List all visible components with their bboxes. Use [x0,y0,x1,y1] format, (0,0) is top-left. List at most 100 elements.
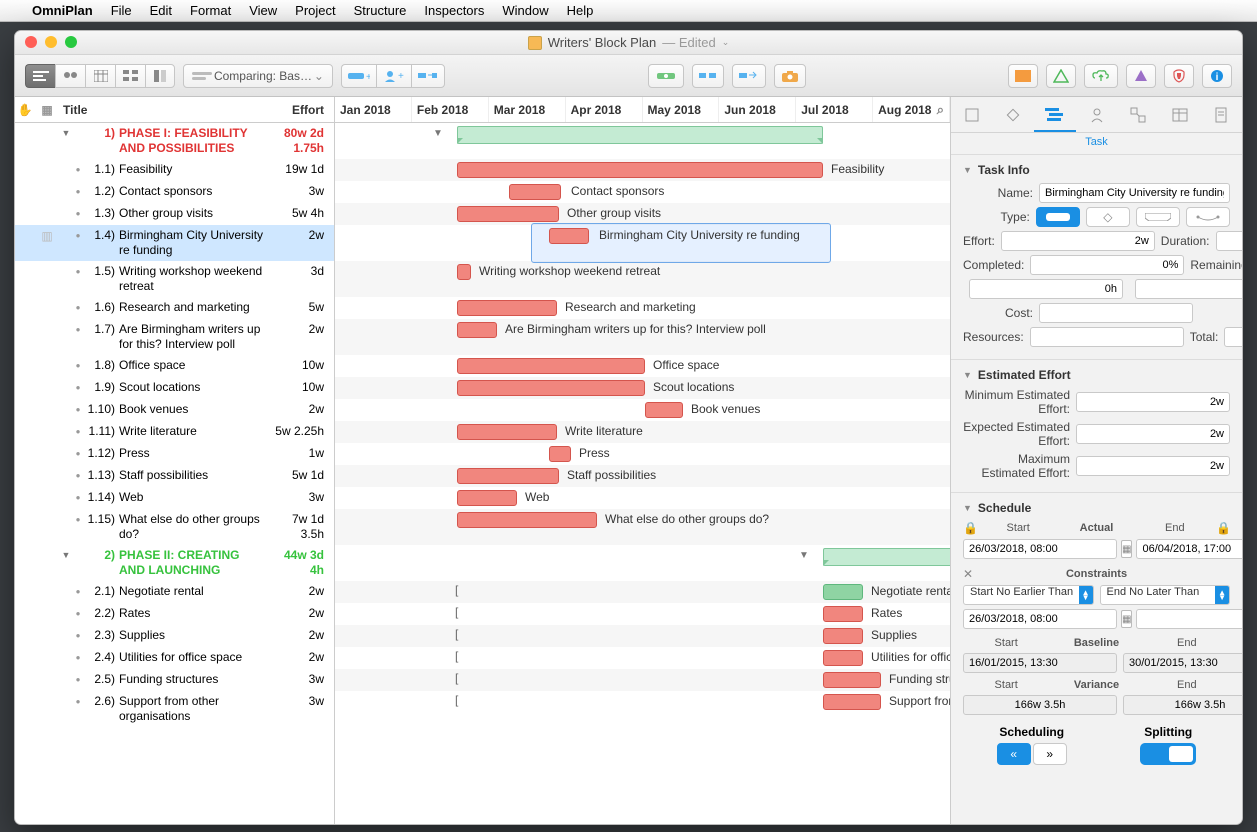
inspector-tab-styles[interactable] [1117,97,1159,132]
remaining-duration-field[interactable] [1135,279,1243,299]
type-milestone-button[interactable]: ◇ [1086,207,1130,227]
snapshot-button[interactable] [774,64,806,88]
changes-button[interactable] [1126,64,1156,88]
add-milestone-button[interactable] [411,64,445,88]
type-task-button[interactable] [1036,207,1080,227]
bar-arebham[interactable] [457,322,497,338]
menu-file[interactable]: File [111,3,132,18]
outline-rows[interactable]: ▼1)PHASE I: FEASIBILITY AND POSSIBILITIE… [15,123,334,824]
inspector-tab-project[interactable] [951,97,993,132]
outline-row[interactable]: ●2.6)Support from other organisations3w [15,691,334,727]
splitting-toggle[interactable] [1140,743,1196,765]
outline-row[interactable]: ●2.3)Supplies2w [15,625,334,647]
group-phase2[interactable] [823,548,951,566]
minimize-icon[interactable] [45,36,57,48]
menu-project[interactable]: Project [295,3,335,18]
bar-staff[interactable] [457,468,559,484]
min-effort-field[interactable] [1076,392,1230,412]
group-phase1[interactable] [457,126,823,144]
outline-row[interactable]: ▼2)PHASE II: CREATING AND LAUNCHING44w 3… [15,545,334,581]
menu-help[interactable]: Help [567,3,594,18]
duration-field[interactable] [1216,231,1244,251]
constraint-end-dropdown[interactable]: End No Later Than▲▼ [1100,585,1231,605]
constraint-end-field[interactable] [1136,609,1243,629]
inspector-tab-attachments[interactable] [1200,97,1242,132]
total-cost-field[interactable] [1224,327,1243,347]
constraint-start-field[interactable] [963,609,1117,629]
lock-start-icon[interactable]: 🔒 [963,521,977,535]
month-may[interactable]: May 2018 [643,97,720,122]
gantt-pane[interactable]: Jan 2018 Feb 2018 Mar 2018 Apr 2018 May … [335,97,951,824]
outline-row[interactable]: ●2.1)Negotiate rental2w [15,581,334,603]
bar-utilities[interactable] [823,650,863,666]
document-title[interactable]: Writers' Block Plan [548,35,656,50]
inspector-tab-milestone[interactable] [993,97,1035,132]
inspector-tab-custom[interactable] [1159,97,1201,132]
schedule-asap-button[interactable]: « [997,743,1031,765]
type-hammock-button[interactable] [1186,207,1230,227]
bar-writing[interactable] [457,264,471,280]
bar-funding[interactable] [823,672,881,688]
bar-bcu[interactable] [549,228,589,244]
lock-end-icon[interactable]: 🔒 [1216,521,1230,535]
outline-row[interactable]: ●1.15)What else do other groups do?7w 1d… [15,509,334,545]
menu-structure[interactable]: Structure [354,3,407,18]
month-apr[interactable]: Apr 2018 [566,97,643,122]
outline-row[interactable]: ●1.2)Contact sponsors3w [15,181,334,203]
publish-button[interactable] [1084,64,1118,88]
group-toggle-icon[interactable]: ▼ [799,550,809,561]
cost-field[interactable] [1039,303,1193,323]
bar-book[interactable] [645,402,683,418]
bar-web[interactable] [457,490,517,506]
bar-contact[interactable] [509,184,561,200]
bar-scout[interactable] [457,380,645,396]
outline-row[interactable]: ●1.8)Office space10w [15,355,334,377]
zoom-icon[interactable] [65,36,77,48]
bar-writelit[interactable] [457,424,557,440]
calendar-icon[interactable]: ▦ [1121,540,1132,558]
effort-field[interactable] [1001,231,1155,251]
outline-row[interactable]: ●1.6)Research and marketing5w [15,297,334,319]
actual-end-field[interactable] [1136,539,1243,559]
catchup-button[interactable] [692,64,724,88]
resources-cost-field[interactable] [1030,327,1184,347]
leveling-button[interactable] [648,64,684,88]
view-network-button[interactable] [115,64,145,88]
outline-row[interactable]: ●2.5)Funding structures3w [15,669,334,691]
simulations-button[interactable] [1046,64,1076,88]
type-group-button[interactable] [1136,207,1180,227]
bar-whatelse[interactable] [457,512,597,528]
bar-feasibility[interactable] [457,162,823,178]
month-jul[interactable]: Jul 2018 [796,97,873,122]
exp-effort-field[interactable] [1076,424,1230,444]
calendar-icon[interactable]: ▦ [1121,610,1132,628]
outline-row[interactable]: ●1.10)Book venues2w [15,399,334,421]
title-column-header[interactable]: Title [59,103,270,117]
add-task-button[interactable]: + [341,64,376,88]
menu-format[interactable]: Format [190,3,231,18]
inspector-tab-task[interactable] [1034,97,1076,132]
view-calendar-button[interactable] [85,64,115,88]
bar-research[interactable] [457,300,557,316]
outline-row[interactable]: ●1.12)Press1w [15,443,334,465]
reschedule-button[interactable] [732,64,766,88]
outline-row[interactable]: ●2.2)Rates2w [15,603,334,625]
bar-rates[interactable] [823,606,863,622]
outline-row[interactable]: ●1.14)Web3w [15,487,334,509]
outline-row[interactable]: ●1.13)Staff possibilities5w 1d [15,465,334,487]
bar-press[interactable] [549,446,571,462]
month-jan[interactable]: Jan 2018 [335,97,412,122]
completed-hours-field[interactable] [969,279,1123,299]
view-gantt-button[interactable] [25,64,55,88]
view-styles-button[interactable] [145,64,175,88]
menu-edit[interactable]: Edit [150,3,172,18]
bar-office[interactable] [457,358,645,374]
bar-negotiate[interactable] [823,584,863,600]
info-button[interactable]: i [1202,64,1232,88]
outline-row[interactable]: ▥●1.4)Birmingham City University re fund… [15,225,334,261]
bar-supplies[interactable] [823,628,863,644]
actual-start-field[interactable] [963,539,1117,559]
menu-window[interactable]: Window [502,3,548,18]
outline-row[interactable]: ●1.5)Writing workshop weekend retreat3d [15,261,334,297]
menu-view[interactable]: View [249,3,277,18]
